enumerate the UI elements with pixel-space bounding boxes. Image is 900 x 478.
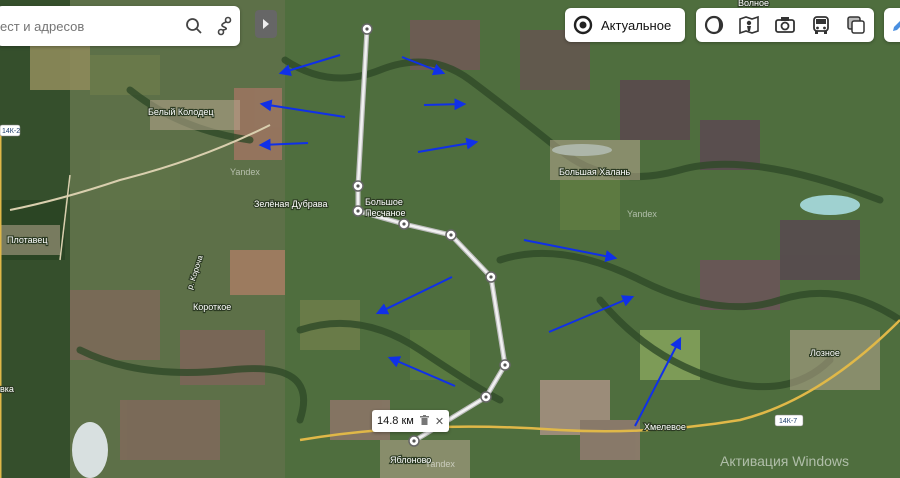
trash-icon[interactable] (419, 414, 429, 428)
search-icon[interactable] (178, 6, 209, 46)
route-icon[interactable] (209, 6, 240, 46)
yandex-watermark: Yandex (425, 459, 455, 469)
distance-value: 14.8 км (377, 415, 414, 427)
photo-icon[interactable] (770, 10, 800, 40)
label-khmelevoe: Хмелевое (644, 422, 686, 432)
target-icon (565, 15, 601, 35)
label-plotavets: Плотавец (7, 235, 48, 245)
collapse-panel-button[interactable] (255, 10, 277, 38)
chevron-right-icon (263, 19, 269, 29)
label-volnoe: Волное (738, 0, 769, 8)
road-shield-14k7: 14К-7 (774, 414, 804, 427)
label-zelenaya-dubrava: Зелёная Дубрава (254, 199, 328, 209)
distance-popup: 14.8 км ✕ (372, 410, 450, 432)
actual-button-label: Актуальное (601, 17, 672, 33)
road-shield-14k2: 14К-2 (0, 124, 21, 137)
search-box[interactable] (0, 6, 240, 46)
label-bolshoe: Большое (365, 197, 403, 207)
layers-icon[interactable] (841, 10, 871, 40)
label-loznoe: Лозное (810, 348, 840, 358)
traffic-icon[interactable] (699, 10, 729, 40)
yandex-watermark: Yandex (230, 167, 260, 177)
label-pesschanoe: Песчаное (365, 208, 406, 218)
svg-text:14К-2: 14К-2 (2, 128, 20, 135)
layers-toolbar (696, 8, 874, 42)
label-volkovka: вка (0, 384, 14, 394)
edit-map-button[interactable] (884, 8, 900, 42)
label-korotkoe: Короткое (193, 302, 231, 312)
svg-text:14К-7: 14К-7 (779, 418, 797, 425)
search-input[interactable] (0, 17, 178, 35)
transit-icon[interactable] (806, 10, 836, 40)
satellite-map[interactable]: Белый Колодец Плотавец Зелёная Дубрава Б… (0, 0, 900, 478)
label-bolshaya-khalan: Большая Халань (559, 167, 630, 177)
close-icon[interactable]: ✕ (435, 415, 444, 428)
windows-activation-watermark: Активация Windows (720, 453, 849, 469)
yandex-watermark: Yandex (627, 209, 657, 219)
pencil-icon (893, 21, 900, 31)
label-belyi-kolodets: Белый Колодец (148, 107, 213, 117)
panorama-icon[interactable] (734, 10, 764, 40)
actual-button[interactable]: Актуальное (565, 8, 685, 42)
